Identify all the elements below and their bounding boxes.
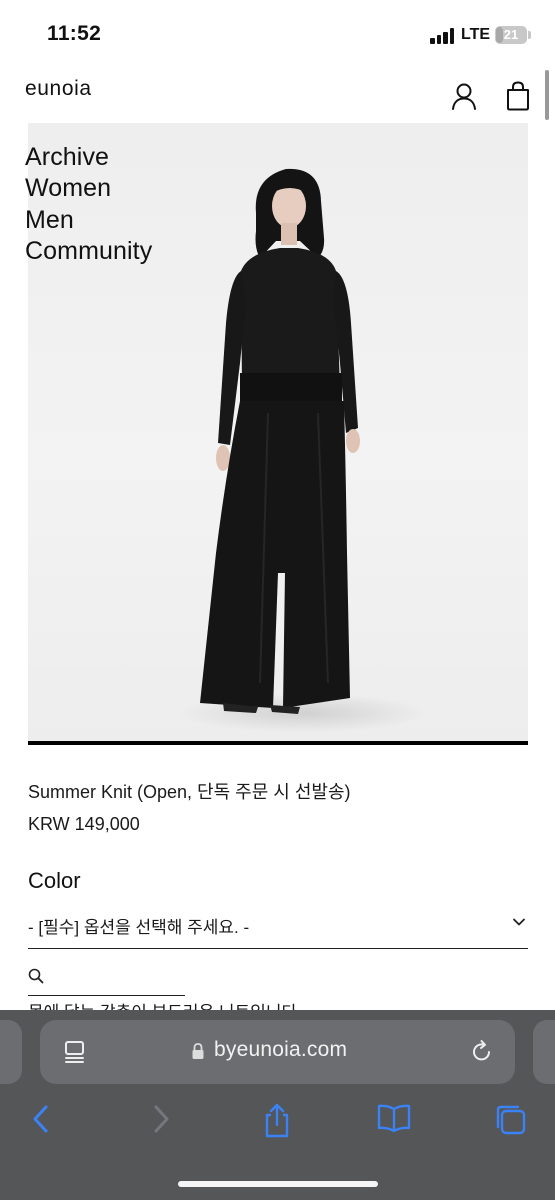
search-icon [28,968,44,984]
nav-item-men[interactable]: Men [25,205,152,236]
account-icon[interactable] [448,80,480,112]
lock-icon [192,1043,204,1059]
browser-toolbar: byeunoia.com [0,1010,555,1200]
share-icon[interactable] [262,1103,292,1139]
address-bar[interactable]: byeunoia.com [40,1020,515,1084]
battery-percent: 21 [503,27,519,42]
nav-item-community[interactable]: Community [25,236,152,267]
status-time: 11:52 [47,22,102,45]
battery-icon: 21 [495,26,527,44]
chevron-down-icon [513,918,525,926]
page-scrollbar[interactable] [545,70,549,120]
nav-item-archive[interactable]: Archive [25,142,152,173]
next-tab-preview[interactable] [533,1020,555,1084]
tabs-icon[interactable] [494,1103,528,1137]
bookmarks-icon[interactable] [376,1103,412,1133]
url-text: byeunoia.com [214,1038,348,1061]
main-nav: Archive Women Men Community [25,142,152,267]
home-indicator [178,1181,378,1187]
cellular-signal-icon [430,28,456,44]
battery-cap [528,31,531,39]
status-bar: 11:52 LTE 21 [0,0,555,66]
back-icon[interactable] [30,1103,52,1135]
hero-divider [28,741,528,745]
option-label: Color [28,868,81,893]
site-logo[interactable]: eunoia [25,77,92,101]
color-option-select[interactable]: - [필수] 옵션을 선택해 주세요. - [28,905,528,949]
reload-icon[interactable] [470,1039,494,1065]
nav-item-women[interactable]: Women [25,173,152,204]
page-menu-icon[interactable] [64,1040,86,1064]
search-field[interactable] [28,962,185,996]
product-name: Summer Knit (Open, 단독 주문 시 선발송) [28,782,351,802]
previous-tab-preview[interactable] [0,1020,22,1084]
option-placeholder: - [필수] 옵션을 선택해 주세요. - [28,918,250,937]
product-price: KRW 149,000 [28,814,140,834]
network-type: LTE [461,26,491,43]
forward-icon[interactable] [150,1103,172,1135]
shopping-bag-icon[interactable] [502,80,534,112]
